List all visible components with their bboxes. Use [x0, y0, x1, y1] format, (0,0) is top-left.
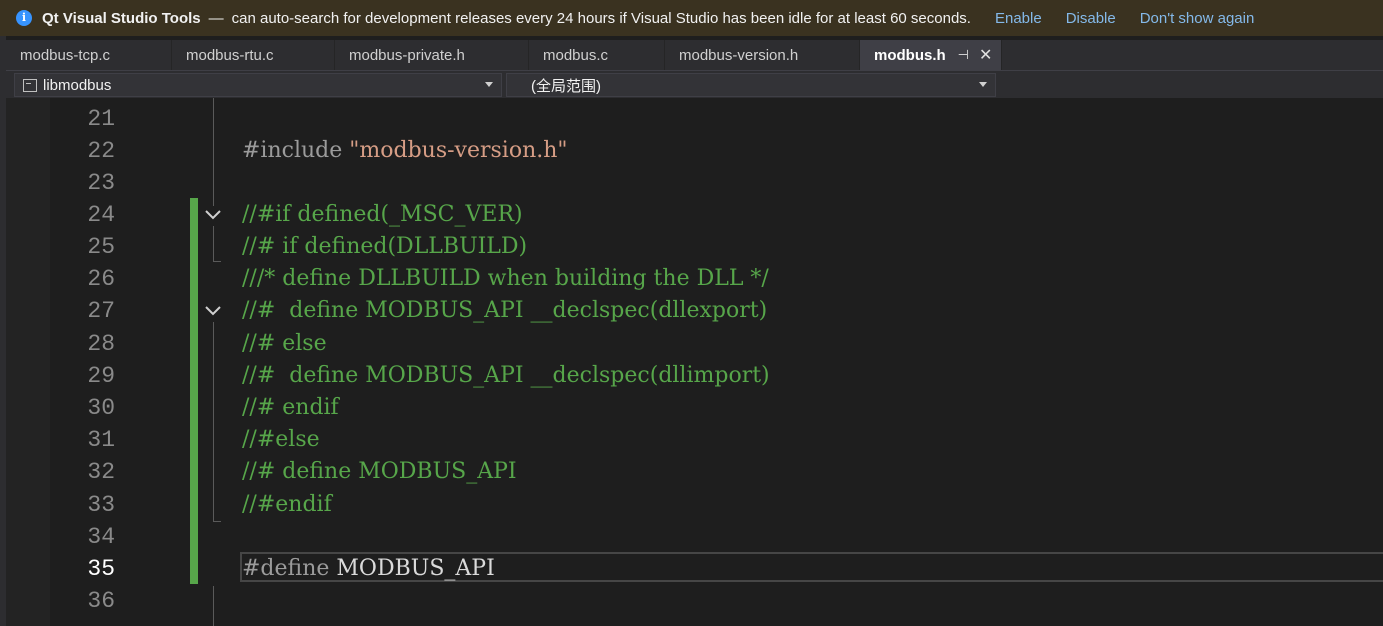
chevron-down-icon — [485, 82, 493, 87]
code-line: 26 ///* define DLLBUILD when building th… — [6, 263, 1383, 295]
tab-label: modbus-tcp.c — [20, 46, 111, 64]
dont-show-again-link[interactable]: Don't show again — [1140, 10, 1255, 27]
code-line: 24 //#if defined(_MSC_VER) — [6, 199, 1383, 231]
comment-text: //# endif — [242, 395, 339, 420]
tab-modbus-h[interactable]: modbus.h ⊣ ✕ — [860, 40, 1002, 70]
infobar-title: Qt Visual Studio Tools — [42, 9, 201, 27]
comment-text: //# define MODBUS_API — [242, 459, 517, 484]
line-number: 34 — [87, 524, 115, 550]
preprocessor-token: #include — [242, 138, 350, 163]
line-number: 33 — [87, 492, 115, 518]
comment-text: //#else — [242, 427, 320, 452]
tab-label: modbus-private.h — [349, 46, 465, 64]
tab-modbus-tcp-c[interactable]: modbus-tcp.c — [6, 40, 172, 70]
code-line: 29 //# define MODBUS_API __declspec(dlli… — [6, 360, 1383, 392]
line-number: 23 — [87, 170, 115, 196]
project-icon — [23, 78, 37, 92]
line-number: 27 — [87, 298, 115, 324]
code-line: 23 — [6, 167, 1383, 199]
close-icon[interactable]: ✕ — [979, 45, 992, 65]
comment-text: //#endif — [242, 492, 332, 517]
infobar-dash: — — [208, 9, 224, 27]
line-number: 29 — [87, 363, 115, 389]
code-editor[interactable]: 21 22 #include "modbus-version.h" 23 24 … — [6, 98, 1383, 626]
code-line: 22 #include "modbus-version.h" — [6, 135, 1383, 167]
line-number: 32 — [87, 459, 115, 485]
tab-label: modbus-rtu.c — [186, 46, 274, 64]
comment-text: //# define MODBUS_API __declspec(dllimpo… — [242, 363, 770, 388]
line-number: 22 — [87, 138, 115, 164]
macro-token: MODBUS_API — [336, 556, 495, 581]
code-line: 31 //#else — [6, 424, 1383, 456]
code-line: 21 — [6, 103, 1383, 135]
code-text: #include "modbus-version.h" — [242, 135, 568, 167]
scope-dropdown[interactable]: (全局范围) — [506, 73, 996, 97]
code-line-current: 35 #define MODBUS_API — [6, 553, 1383, 585]
line-number: 24 — [87, 202, 115, 228]
project-name: libmodbus — [43, 76, 112, 94]
preprocessor-token: #define — [242, 556, 337, 581]
tab-label: modbus.c — [543, 46, 609, 64]
line-number: 21 — [87, 106, 115, 132]
code-line: 27 //# define MODBUS_API __declspec(dlle… — [6, 295, 1383, 327]
tab-modbus-private-h[interactable]: modbus-private.h — [335, 40, 529, 70]
line-number: 31 — [87, 427, 115, 453]
line-number: 30 — [87, 395, 115, 421]
project-dropdown[interactable]: libmodbus — [14, 73, 502, 97]
tab-modbus-version-h[interactable]: modbus-version.h — [665, 40, 860, 70]
code-line: 25 //# if defined(DLLBUILD) — [6, 231, 1383, 263]
chevron-down-icon — [979, 82, 987, 87]
line-number: 26 — [87, 266, 115, 292]
code-line: 33 //#endif — [6, 489, 1383, 521]
string-token: "modbus-version.h" — [349, 138, 568, 163]
qt-infobar: i Qt Visual Studio Tools — can auto-sear… — [0, 0, 1383, 36]
info-icon: i — [16, 10, 32, 26]
tab-label: modbus.h — [874, 46, 946, 64]
tab-modbus-rtu-c[interactable]: modbus-rtu.c — [172, 40, 335, 70]
code-line: 32 //# define MODBUS_API — [6, 456, 1383, 488]
scope-name: (全局范围) — [531, 77, 601, 95]
tab-label: modbus-version.h — [679, 46, 799, 64]
comment-text: //# else — [242, 331, 327, 356]
code-line: 28 //# else — [6, 328, 1383, 360]
code-line: 34 — [6, 521, 1383, 553]
code-line: 36 — [6, 585, 1383, 617]
pin-icon[interactable]: ⊣ — [958, 47, 969, 63]
document-tab-bar: modbus-tcp.c modbus-rtu.c modbus-private… — [6, 40, 1383, 70]
line-number: 28 — [87, 331, 115, 357]
navigation-bar: libmodbus (全局范围) — [6, 70, 1383, 98]
comment-text: //# if defined(DLLBUILD) — [242, 234, 528, 259]
disable-link[interactable]: Disable — [1066, 10, 1116, 27]
infobar-message: can auto-search for development releases… — [231, 9, 971, 27]
enable-link[interactable]: Enable — [995, 10, 1042, 27]
line-number: 25 — [87, 234, 115, 260]
comment-text: //#if defined(_MSC_VER) — [242, 202, 523, 227]
code-line: 30 //# endif — [6, 392, 1383, 424]
comment-text: ///* define DLLBUILD when building the D… — [242, 266, 769, 291]
comment-text: //# define MODBUS_API __declspec(dllexpo… — [242, 298, 768, 323]
line-number: 36 — [87, 588, 115, 614]
code-text: #define MODBUS_API — [242, 553, 495, 585]
line-number: 35 — [87, 556, 115, 582]
tab-modbus-c[interactable]: modbus.c — [529, 40, 665, 70]
